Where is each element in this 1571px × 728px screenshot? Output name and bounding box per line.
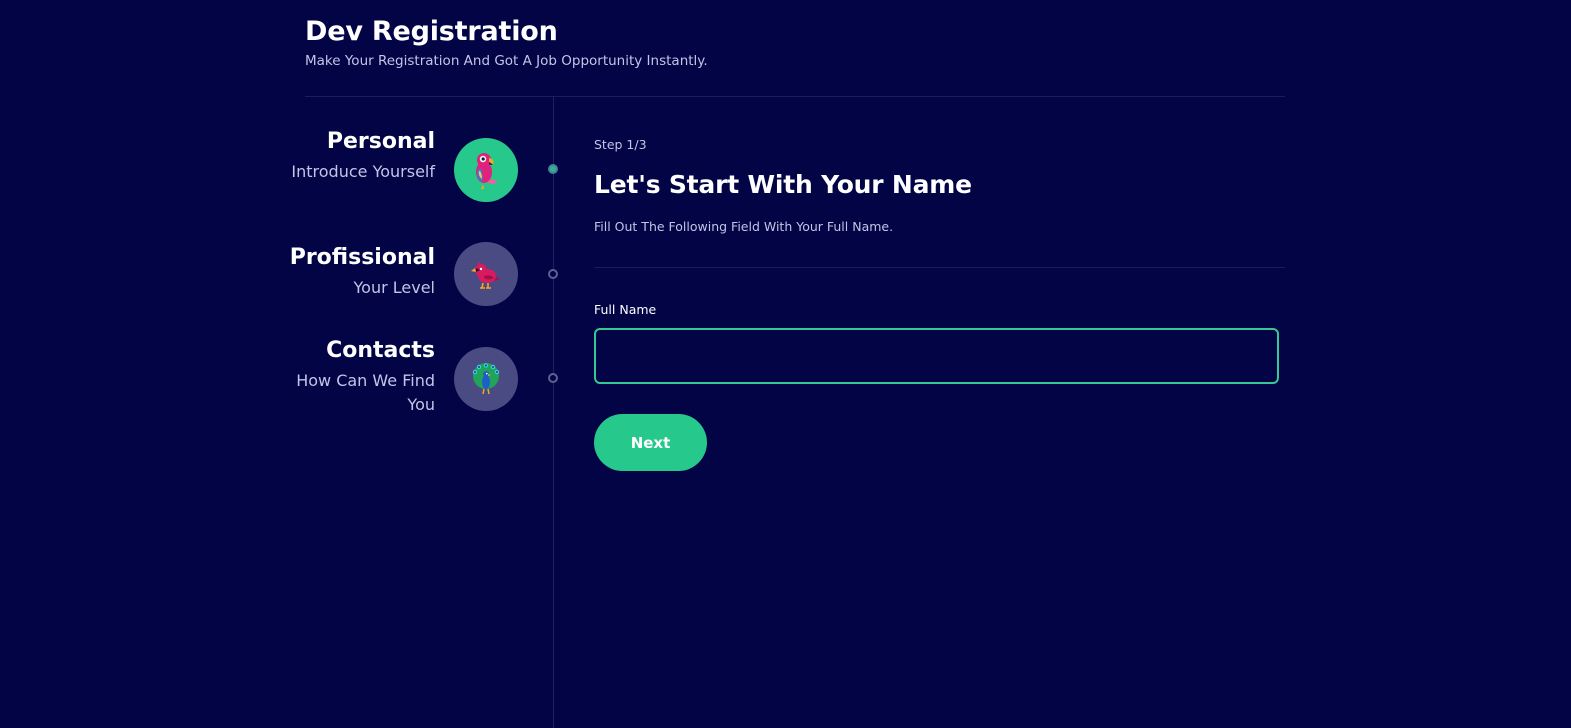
step-profissional[interactable]: Profissional Your Level xyxy=(290,242,565,314)
step-description: Your Level xyxy=(353,278,435,297)
form-title: Let's Start With Your Name xyxy=(594,170,972,199)
full-name-label: Full Name xyxy=(594,302,657,317)
step-personal-dot xyxy=(548,164,558,174)
form-divider xyxy=(594,267,1285,268)
form-description: Fill Out The Following Field With Your F… xyxy=(594,219,894,234)
step-counter: Step 1/3 xyxy=(594,137,647,152)
page-header: Dev Registration Make Your Registration … xyxy=(305,14,708,70)
step-profissional-dot xyxy=(548,269,558,279)
step-description: Introduce Yourself xyxy=(291,162,435,181)
step-personal-circle xyxy=(454,138,518,202)
peacock-icon xyxy=(472,363,500,395)
step-description: How Can We Find You xyxy=(296,371,435,414)
step-title: Personal xyxy=(326,129,435,154)
step-personal-text: Personal Introduce Yourself xyxy=(275,128,435,184)
step-contacts-circle xyxy=(454,347,518,411)
header-divider xyxy=(305,96,1285,97)
step-profissional-circle xyxy=(454,242,518,306)
step-personal[interactable]: Personal Introduce Yourself xyxy=(291,128,565,218)
step-contacts[interactable]: Contacts How Can We Find You xyxy=(296,337,565,427)
cardinal-bird-icon xyxy=(471,261,501,289)
step-profissional-text: Profissional Your Level xyxy=(275,244,435,300)
registration-page: Dev Registration Make Your Registration … xyxy=(290,0,1285,728)
step-contacts-dot xyxy=(548,373,558,383)
step-contacts-text: Contacts How Can We Find You xyxy=(275,337,435,417)
page-subtitle: Make Your Registration And Got A Job Opp… xyxy=(305,53,708,69)
next-button[interactable]: Next xyxy=(594,414,707,471)
step-title: Profissional xyxy=(289,245,435,270)
page-title: Dev Registration xyxy=(305,16,558,47)
registration-form: Step 1/3 Let's Start With Your Name Fill… xyxy=(594,136,1285,471)
step-title: Contacts xyxy=(326,338,435,363)
full-name-input[interactable] xyxy=(594,328,1279,384)
parrot-icon xyxy=(476,153,497,189)
